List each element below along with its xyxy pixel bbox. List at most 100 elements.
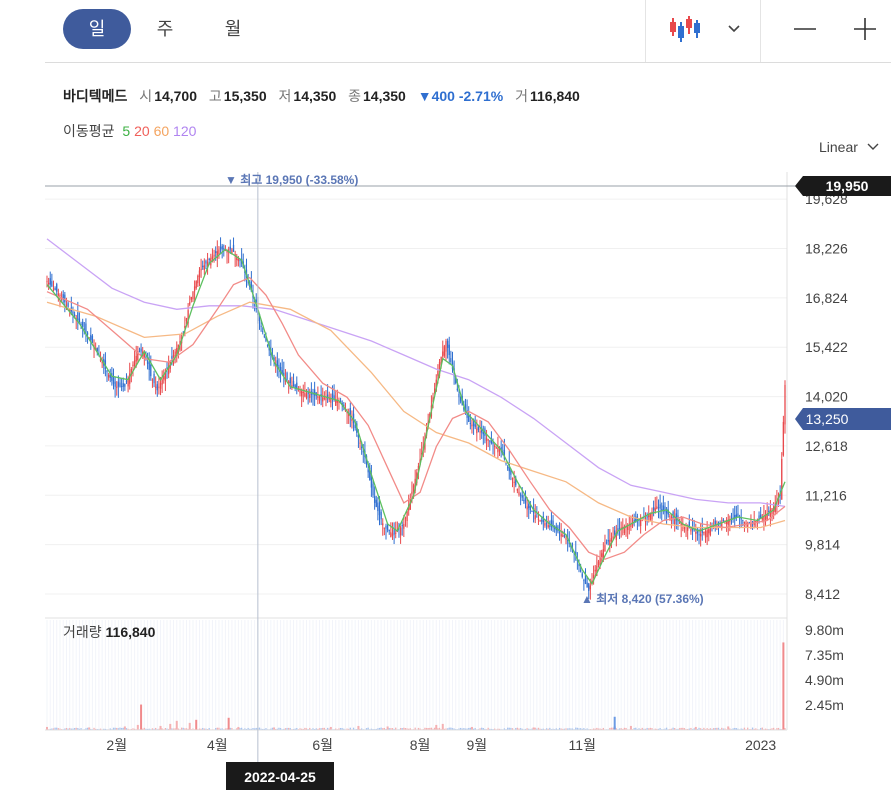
candle-body — [469, 423, 471, 425]
candle-body — [161, 379, 163, 385]
candle-body — [260, 325, 262, 327]
candle-body — [586, 582, 588, 588]
x-tick-label: 11월 — [569, 737, 596, 753]
candle-body — [456, 388, 459, 391]
candle-body — [558, 532, 561, 534]
candle-body — [391, 533, 394, 536]
price-chart[interactable]: 19,62818,22616,82415,42214,02012,61811,2… — [0, 0, 891, 810]
x-tick-label: 9월 — [466, 737, 487, 753]
ma5-line — [46, 248, 786, 586]
volume-bar — [629, 725, 632, 730]
candle-body — [117, 381, 120, 387]
candle-body — [354, 425, 356, 429]
max-price-marker: ▼ 최고 19,950 (-33.58%) — [225, 172, 358, 187]
candle-body — [669, 515, 671, 517]
candle-body — [361, 446, 363, 448]
candle-body — [489, 440, 491, 442]
candle-body — [487, 439, 489, 441]
candle-body — [477, 426, 480, 430]
x-tick-label: 2월 — [106, 737, 127, 753]
candle-body — [135, 355, 137, 362]
volume-bar — [195, 719, 198, 730]
candle-body — [674, 519, 676, 525]
candle-body — [401, 525, 403, 527]
candle-body — [579, 570, 582, 572]
candle-body — [494, 445, 496, 447]
candle-body — [448, 344, 450, 356]
candle-body — [200, 268, 202, 271]
candle-body — [382, 523, 384, 526]
candle-body — [476, 428, 478, 434]
candle-body — [190, 296, 193, 300]
x-tick-label: 2023 — [745, 737, 776, 753]
candle-body — [703, 531, 705, 534]
candle-body — [506, 467, 509, 469]
candle-body — [594, 569, 596, 572]
candle-body — [378, 505, 381, 516]
price-tick-label: 18,226 — [805, 241, 848, 257]
candle-body — [411, 491, 413, 495]
volume-bar — [357, 725, 360, 730]
candle-body — [73, 314, 76, 316]
candle-body — [704, 531, 707, 538]
candle-body — [51, 281, 53, 287]
candle-body — [52, 288, 55, 290]
candle-body — [722, 519, 725, 522]
candle-body — [300, 391, 303, 397]
crosshair-date-label: 2022-04-25 — [244, 769, 316, 785]
candle-body — [138, 351, 141, 353]
volume-bar — [727, 726, 730, 730]
candle-body — [171, 356, 173, 359]
candle-body — [211, 256, 214, 259]
candle-body — [57, 293, 60, 296]
crosshair-price-label: 19,950 — [826, 178, 869, 194]
candle-body — [122, 383, 124, 387]
candle-body — [232, 244, 235, 252]
candle-body — [163, 376, 165, 380]
candle-body — [385, 525, 387, 529]
candle-body — [229, 246, 231, 250]
candle-body — [203, 265, 205, 271]
candle-body — [661, 509, 663, 511]
volume-bar — [435, 724, 438, 730]
candle-body — [359, 442, 361, 444]
candle-body — [156, 384, 158, 391]
candle-body — [604, 545, 606, 552]
volume-bar — [386, 726, 389, 730]
candle-body — [782, 421, 785, 456]
price-tick-label: 14,020 — [805, 389, 848, 405]
candle-body — [116, 386, 118, 388]
candle-body — [193, 286, 196, 292]
candle-body — [388, 529, 390, 532]
candle-body — [375, 499, 377, 507]
candle-body — [372, 484, 374, 496]
candle-body — [583, 580, 585, 582]
candle-body — [531, 510, 533, 512]
candle-body — [549, 525, 551, 527]
candle-body — [519, 494, 522, 496]
candle-body — [562, 535, 564, 537]
candle-body — [751, 521, 754, 523]
candle-body — [534, 515, 536, 520]
candle-body — [601, 553, 603, 558]
candle-body — [648, 515, 650, 518]
candle-body — [77, 312, 79, 321]
price-tick-label: 9,814 — [805, 537, 840, 553]
candle-body — [106, 370, 108, 373]
candle-body — [659, 504, 661, 509]
candle-body — [309, 394, 311, 398]
candle-body — [286, 372, 288, 380]
candle-body — [330, 399, 332, 403]
candle-body — [72, 311, 74, 314]
candle-body — [516, 488, 519, 491]
candle-body — [47, 282, 50, 285]
candle-body — [91, 336, 94, 343]
price-tick-label: 16,824 — [805, 290, 848, 306]
price-tick-label: 15,422 — [805, 339, 848, 355]
candle-body — [693, 530, 695, 532]
candle-body — [151, 379, 154, 381]
volume-bar — [782, 642, 785, 730]
candle-body — [46, 281, 48, 283]
candle-body — [114, 381, 116, 387]
candle-body — [437, 370, 439, 376]
